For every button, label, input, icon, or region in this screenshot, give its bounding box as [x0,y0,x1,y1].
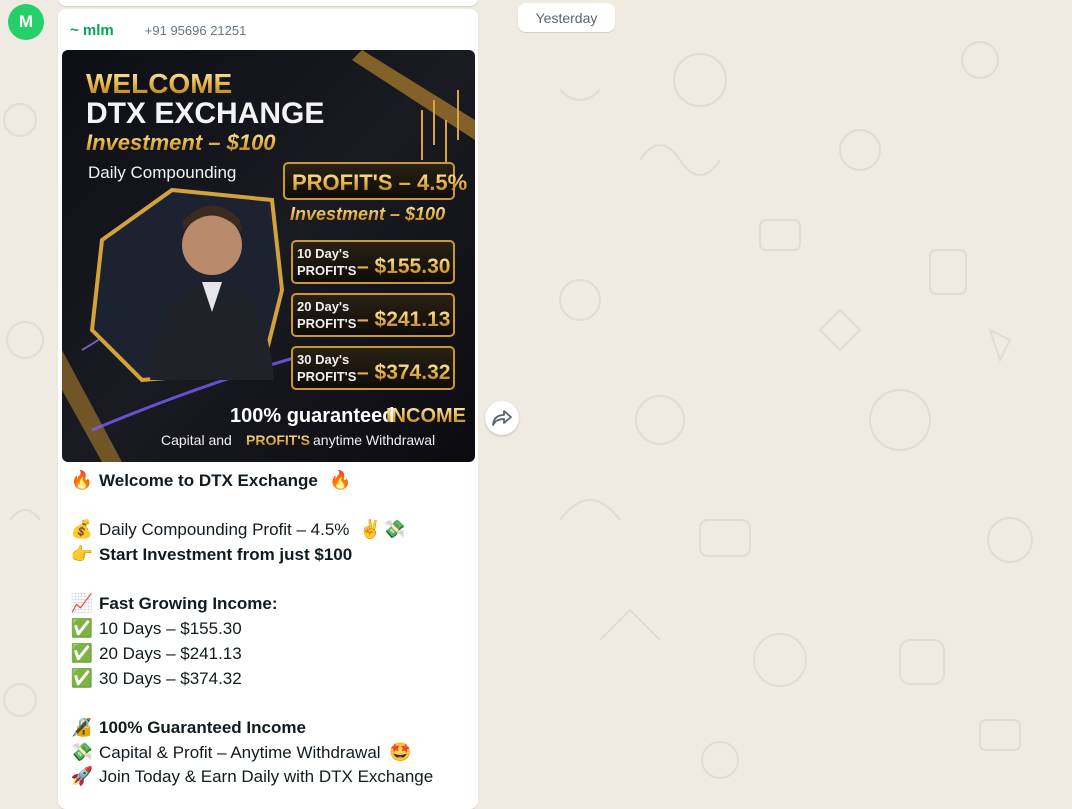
check-icon: ✅ [70,642,94,663]
promo-row-10: 10 Day's PROFIT'S – $155.30 [291,240,455,284]
person-head [182,215,242,275]
promo-row-20: 20 Day's PROFIT'S – $241.13 [291,293,455,337]
date-separator-chip: Yesterday [518,3,615,32]
line-join: 🚀 Join Today & Earn Daily with DTX Exchan… [70,764,470,789]
svg-text:– $155.30: – $155.30 [357,255,450,278]
message-text: 🔥 Welcome to DTX Exchange 🔥 💰 Daily Compou… [70,468,470,789]
line-10-days: ✅ 10 Days – $155.30 [70,616,470,641]
fire-icon: 🔥 [329,470,352,490]
promo-profit-rate: PROFIT'S – 4.5% [292,170,467,195]
line-20-days: ✅ 20 Days – $241.13 [70,641,470,666]
check-icon: ✅ [70,667,94,688]
moneybag-icon: 💰 [70,519,94,540]
svg-text:PROFIT'S: PROFIT'S [297,316,357,331]
fire-icon: 🔥 [70,470,94,490]
line-guaranteed: 🔏 100% Guaranteed Income [70,715,470,740]
sender-avatar[interactable]: M [8,4,44,40]
starstruck-icon: 🤩 [389,741,412,762]
sender-name[interactable]: ~ mlm [70,22,114,39]
flying-money-icon: 💸 [382,519,406,540]
promo-guaranteed-a: 100% guaranteed [230,405,395,427]
check-icon: ✅ [70,618,94,639]
forward-arrow-icon [492,410,512,426]
sender-header: ~ mlm +91 95696 21251 [70,21,246,39]
svg-text:– $241.13: – $241.13 [357,308,450,331]
chart-up-icon: 📈 [70,593,94,614]
line-fast: 📈 Fast Growing Income: [70,591,470,616]
pointing-hand-icon: 👉 [70,544,94,565]
sender-phone: +91 95696 21251 [144,22,247,38]
victory-hand-icon: ✌️ [358,519,382,540]
promo-footer-c: anytime Withdrawal [313,432,435,448]
forward-button[interactable] [485,401,519,435]
svg-text:20 Day's: 20 Day's [297,299,349,314]
line-start: 👉 Start Investment from just $100 [70,542,470,567]
line-30-days: ✅ 30 Days – $374.32 [70,666,470,691]
previous-message-bubble-edge [58,0,478,6]
line-welcome: 🔥 Welcome to DTX Exchange 🔥 [70,468,470,493]
promo-investment: Investment – $100 [86,130,276,155]
promo-footer-b: PROFIT'S [246,432,310,448]
promo-title-welcome: WELCOME [86,68,232,99]
message-bubble[interactable]: ~ mlm +91 95696 21251 WELCOME DTX EXCHAN… [58,9,478,809]
svg-text:30 Day's: 30 Day's [297,352,349,367]
promo-daily: Daily Compounding [88,163,236,182]
promo-guaranteed-b: INCOME [386,405,466,427]
svg-text:PROFIT'S: PROFIT'S [297,369,357,384]
line-withdrawal: 💸 Capital & Profit – Anytime Withdrawal 🤩 [70,740,470,765]
promo-footer-a: Capital and [161,432,232,448]
svg-text:10 Day's: 10 Day's [297,246,349,261]
svg-text:– $374.32: – $374.32 [357,361,450,384]
rocket-icon: 🚀 [70,766,94,787]
promo-row-30: 30 Day's PROFIT'S – $374.32 [291,346,455,390]
lock-icon: 🔏 [70,716,94,737]
promo-title-exchange: DTX EXCHANGE [86,97,324,130]
svg-text:PROFIT'S: PROFIT'S [297,263,357,278]
promo-image[interactable]: WELCOME DTX EXCHANGE Investment – $100 D… [62,50,475,462]
promo-investment-2: Investment – $100 [290,204,445,224]
flying-money-icon: 💸 [70,741,94,762]
line-daily: 💰 Daily Compounding Profit – 4.5% ✌️💸 [70,517,470,542]
